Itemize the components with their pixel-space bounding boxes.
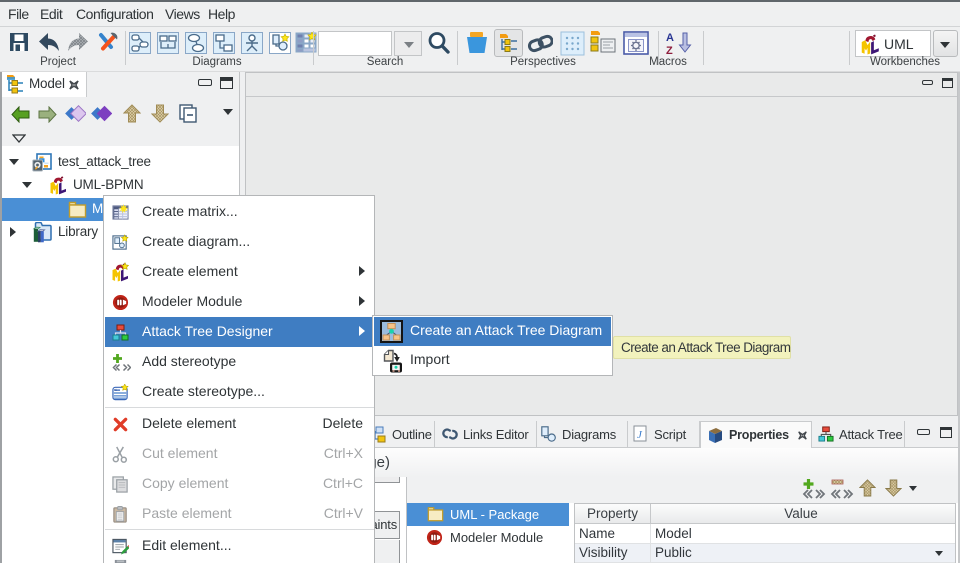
svg-text:«: « xyxy=(114,388,117,394)
svg-text:A: A xyxy=(666,32,674,44)
svg-text:Z: Z xyxy=(666,45,673,56)
